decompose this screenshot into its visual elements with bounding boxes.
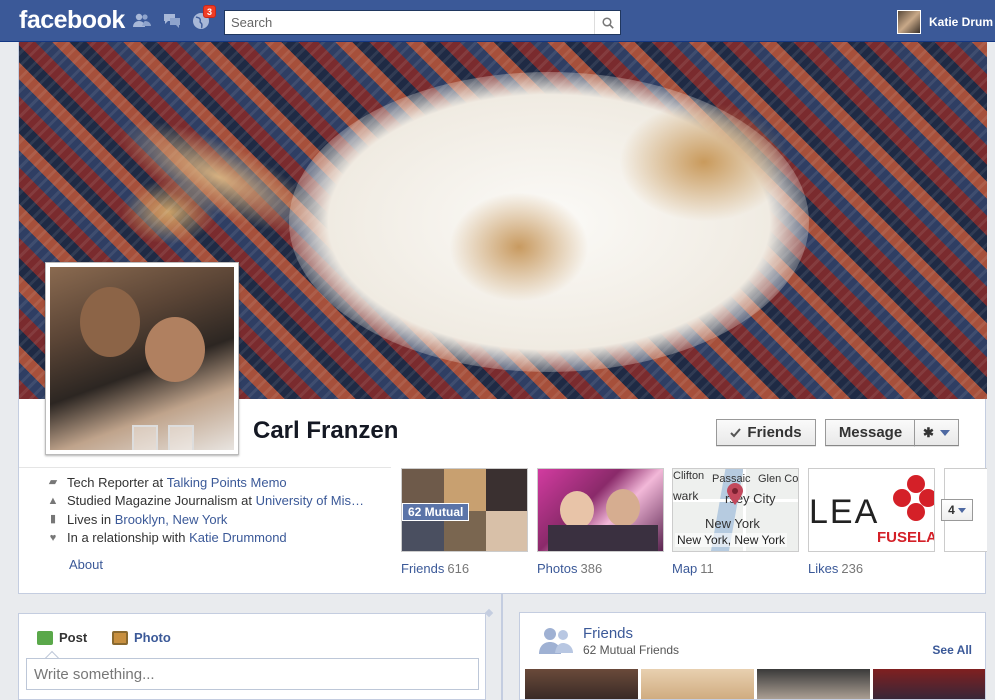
likes-count: 236 (841, 561, 864, 576)
user-avatar[interactable] (897, 10, 921, 34)
map-tile[interactable]: Clifton Passaic Glen Cov wark rsey City … (672, 468, 799, 552)
about-link[interactable]: About (69, 557, 103, 572)
about-relationship-prefix: In a relationship with (67, 530, 190, 546)
gear-icon: ✱ (923, 424, 934, 440)
friends-tile[interactable]: 62 Mutual (401, 468, 528, 552)
friends-icon (539, 628, 573, 654)
map-pin-icon (727, 483, 743, 505)
photo-tab-label: Photo (134, 630, 171, 645)
photos-count: 386 (580, 561, 603, 576)
about-row-location: ▮ Lives in Brooklyn, New York (47, 510, 387, 529)
search-box (224, 10, 621, 35)
photos-tile-label[interactable]: Photos 386 (537, 561, 602, 576)
facebook-logo[interactable]: facebook (19, 6, 125, 35)
messages-icon[interactable] (163, 12, 181, 30)
about-row-relationship: ♥ In a relationship with Katie Drummond (47, 529, 387, 548)
map-count: 11 (700, 561, 714, 576)
timeline-spine (501, 594, 503, 700)
notification-count-badge: 3 (203, 5, 217, 18)
chevron-down-icon (939, 429, 950, 436)
map-place-3: Glen Cov (758, 473, 799, 485)
chevron-down-icon (957, 507, 966, 513)
top-bar: facebook 3 Katie Drum (0, 0, 995, 42)
friends-button-label: Friends (747, 424, 802, 441)
briefcase-icon: ▰ (48, 476, 58, 489)
lea-logo: LEA (809, 493, 880, 531)
map-place-1: Clifton (673, 470, 705, 482)
post-tab[interactable]: Post (37, 630, 87, 645)
friends-box-title[interactable]: Friends (583, 625, 633, 642)
settings-dropdown-button[interactable]: ✱ (914, 419, 959, 446)
friends-tile-title: Friends (401, 561, 445, 576)
status-composer: Post Photo (18, 613, 486, 700)
map-tile-title: Map (672, 561, 698, 576)
fuselabs-logo-mark (893, 475, 934, 523)
about-work-link[interactable]: Talking Points Memo (167, 475, 287, 490)
profile-header: Carl Franzen Friends Message ✱ ▰ Tech Re… (18, 42, 987, 594)
friend-requests-icon[interactable] (133, 12, 151, 30)
friends-box-subtitle: 62 Mutual Friends (583, 643, 680, 657)
photo-icon (112, 630, 128, 645)
about-row-education: ▲ Studied Magazine Journalism at Univers… (47, 492, 387, 511)
about-location-prefix: Lives in (67, 511, 115, 527)
photos-tile[interactable] (537, 468, 664, 552)
about-row-work: ▰ Tech Reporter at Talking Points Memo (47, 473, 387, 492)
status-input[interactable] (26, 658, 479, 690)
search-input[interactable] (225, 11, 590, 34)
message-button-label: Message (838, 424, 903, 441)
likes-tile[interactable]: LEA FUSELAI (808, 468, 935, 552)
divider (19, 467, 391, 468)
search-icon[interactable] (594, 11, 620, 34)
likes-tile-title: Likes (808, 561, 839, 576)
user-name-link[interactable]: Katie Drum (929, 15, 993, 29)
about-location-link[interactable]: Brooklyn, New York (115, 512, 228, 527)
about-education-link[interactable]: University of Mis… (256, 493, 364, 508)
friends-box: Friends 62 Mutual Friends See All (519, 612, 986, 700)
photos-tile-title: Photos (537, 561, 578, 576)
friend-thumbnail[interactable] (873, 669, 985, 699)
mutual-friends-badge: 62 Mutual (402, 503, 470, 521)
fuselabs-logo: FUSELAI (877, 529, 935, 546)
map-place-4: wark (673, 489, 699, 503)
more-sections-count: 4 (948, 503, 955, 517)
profile-picture[interactable] (45, 262, 239, 455)
profile-name[interactable]: Carl Franzen (253, 417, 398, 445)
friends-count: 616 (447, 561, 470, 576)
friends-tile-label[interactable]: Friends 616 (401, 561, 469, 576)
about-education-prefix: Studied Magazine Journalism at (67, 493, 256, 509)
likes-tile-label[interactable]: Likes 236 (808, 561, 863, 576)
more-sections-button[interactable]: 4 (941, 499, 973, 521)
friends-button[interactable]: Friends (716, 419, 816, 446)
about-summary: ▰ Tech Reporter at Talking Points Memo ▲… (47, 473, 387, 547)
map-place-6: New York (705, 516, 760, 531)
post-tab-label: Post (59, 630, 88, 645)
city-icon: ▮ (49, 513, 57, 526)
checkmark-icon (730, 427, 742, 437)
post-icon (37, 630, 53, 645)
about-work-prefix: Tech Reporter at (67, 474, 167, 490)
friend-thumbnail[interactable] (757, 669, 870, 699)
see-all-link[interactable]: See All (932, 643, 972, 657)
map-tile-label[interactable]: Map 11 (672, 561, 714, 576)
about-relationship-link[interactable]: Katie Drummond (189, 530, 287, 545)
map-location-caption: New York, New York (675, 533, 788, 547)
photo-tab[interactable]: Photo (112, 630, 171, 645)
heart-icon: ♥ (49, 531, 57, 544)
timeline-spine-dot (484, 608, 494, 618)
message-button[interactable]: Message (825, 419, 915, 446)
friend-thumbnail[interactable] (641, 669, 754, 699)
graduation-cap-icon: ▲ (47, 494, 59, 507)
friend-thumbnail[interactable] (525, 669, 638, 699)
